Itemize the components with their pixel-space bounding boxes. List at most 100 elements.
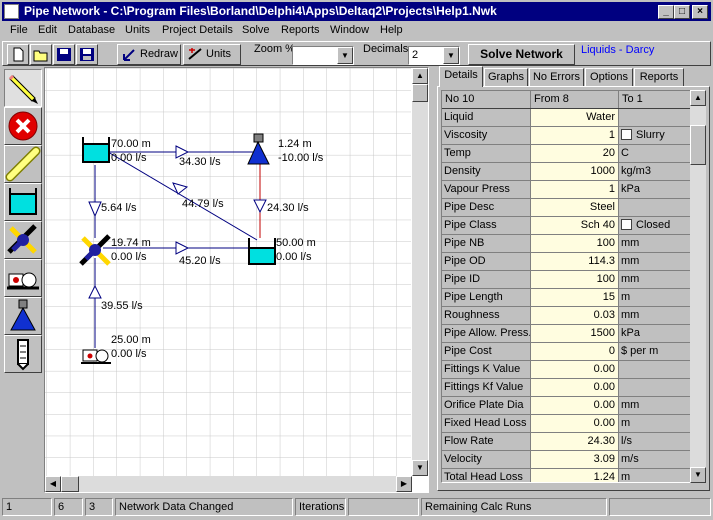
grid-row[interactable]: Total Head Loss 1.24 m xyxy=(442,469,694,483)
canvas-horizontal-scrollbar[interactable]: ◀ ▶ xyxy=(45,476,412,492)
grid-row[interactable]: Density 1000 kg/m3 xyxy=(442,163,694,181)
grid-row-value[interactable]: 0.00 xyxy=(531,379,619,396)
chevron-down-icon[interactable]: ▼ xyxy=(337,47,353,64)
grid-row[interactable]: Pipe Cost 0 $ per m xyxy=(442,343,694,361)
pencil-icon xyxy=(8,74,38,104)
grid-row[interactable]: Pipe Desc Steel xyxy=(442,199,694,217)
save-as-button[interactable] xyxy=(76,44,98,65)
menu-project-details[interactable]: Project Details xyxy=(162,24,233,36)
redraw-button[interactable]: Redraw xyxy=(117,44,181,65)
grid-row[interactable]: Vapour Press 1 kPa xyxy=(442,181,694,199)
scroll-left-icon[interactable]: ◀ xyxy=(45,476,61,492)
maximize-button[interactable]: □ xyxy=(674,5,690,19)
network-canvas[interactable]: 70.00 m 0.00 l/s 1.24 m -10.00 l/s 34.30… xyxy=(44,67,429,493)
scroll-down-icon[interactable]: ▼ xyxy=(412,460,428,476)
checkbox[interactable] xyxy=(621,129,632,140)
tab-no-errors[interactable]: No Errors xyxy=(529,68,584,86)
sprinkler-tool-button[interactable] xyxy=(4,297,42,335)
grid-row-value[interactable]: Sch 40 xyxy=(531,217,619,234)
tab-details[interactable]: Details xyxy=(439,66,483,87)
menu-window[interactable]: Window xyxy=(330,24,369,36)
node-tool-button[interactable] xyxy=(4,221,42,259)
details-grid[interactable]: No 10 From 8 To 1 Liquid Water Viscosity 1 S… xyxy=(441,90,695,483)
grid-row-value[interactable]: 15 xyxy=(531,289,619,306)
open-file-button[interactable] xyxy=(30,44,52,65)
grid-row-value[interactable]: 114.3 xyxy=(531,253,619,270)
menu-reports[interactable]: Reports xyxy=(281,24,320,36)
grid-row-value[interactable]: 1 xyxy=(531,181,619,198)
scroll-up-icon[interactable]: ▲ xyxy=(412,68,428,84)
menu-units[interactable]: Units xyxy=(125,24,150,36)
save-button[interactable] xyxy=(53,44,75,65)
scroll-thumb[interactable] xyxy=(690,125,706,165)
grid-row-value[interactable]: Steel xyxy=(531,199,619,216)
solve-network-button[interactable]: Solve Network xyxy=(468,44,575,65)
grid-row-value[interactable]: 100 xyxy=(531,235,619,252)
grid-row[interactable]: Fittings K Value 0.00 xyxy=(442,361,694,379)
pump-tool-button[interactable] xyxy=(4,259,42,297)
grid-row[interactable]: Pipe NB 100 mm xyxy=(442,235,694,253)
grid-row[interactable]: Pipe Length 15 m xyxy=(442,289,694,307)
scroll-right-icon[interactable]: ▶ xyxy=(396,476,412,492)
grid-row-value[interactable]: 1 xyxy=(531,127,619,144)
decimals-select[interactable]: 2 ▼ xyxy=(408,46,460,65)
tool-palette xyxy=(2,67,44,493)
grid-row[interactable]: Liquid Water xyxy=(442,109,694,127)
grid-row[interactable]: Velocity 3.09 m/s xyxy=(442,451,694,469)
grid-row[interactable]: Fixed Head Loss 0.00 m xyxy=(442,415,694,433)
grid-row-value[interactable]: 24.30 xyxy=(531,433,619,450)
grid-row-value[interactable]: 0.03 xyxy=(531,307,619,324)
minimize-button[interactable]: _ xyxy=(658,5,674,19)
grid-vertical-scrollbar[interactable]: ▲ ▼ xyxy=(690,90,706,483)
grid-row[interactable]: Viscosity 1 Slurry xyxy=(442,127,694,145)
grid-row-value[interactable]: 0.00 xyxy=(531,361,619,378)
scroll-up-icon[interactable]: ▲ xyxy=(690,90,706,106)
well-tool-button[interactable] xyxy=(4,335,42,373)
grid-row-value[interactable]: 1.24 xyxy=(531,469,619,482)
grid-row-value[interactable]: 1000 xyxy=(531,163,619,180)
tab-reports[interactable]: Reports xyxy=(634,68,684,86)
pipe-tool-button[interactable] xyxy=(4,145,42,183)
network-diagram[interactable] xyxy=(45,68,411,476)
grid-row[interactable]: Pipe Allow. Press. 1500 kPa xyxy=(442,325,694,343)
tank-tool-button[interactable] xyxy=(4,183,42,221)
units-button[interactable]: Units xyxy=(183,44,241,65)
grid-row-value[interactable]: 0.00 xyxy=(531,397,619,414)
close-button[interactable]: × xyxy=(692,5,708,19)
checkbox[interactable] xyxy=(621,219,632,230)
grid-row-value[interactable]: 0.00 xyxy=(531,415,619,432)
grid-row-value[interactable]: 0 xyxy=(531,343,619,360)
pencil-tool-button[interactable] xyxy=(4,69,42,107)
grid-row[interactable]: Pipe ID 100 mm xyxy=(442,271,694,289)
grid-row[interactable]: Orifice Plate Dia 0.00 mm xyxy=(442,397,694,415)
grid-row-value[interactable]: 3.09 xyxy=(531,451,619,468)
scroll-thumb[interactable] xyxy=(412,84,428,102)
scroll-down-icon[interactable]: ▼ xyxy=(690,467,706,483)
grid-row[interactable]: Flow Rate 24.30 l/s xyxy=(442,433,694,451)
grid-row[interactable]: Pipe OD 114.3 mm xyxy=(442,253,694,271)
delete-tool-button[interactable] xyxy=(4,107,42,145)
menu-edit[interactable]: Edit xyxy=(38,24,57,36)
grid-row[interactable]: Fittings Kf Value 0.00 xyxy=(442,379,694,397)
chevron-down-icon[interactable]: ▼ xyxy=(443,47,459,64)
grid-row-unit-label: m xyxy=(621,471,631,483)
app-icon[interactable] xyxy=(4,4,19,19)
canvas-vertical-scrollbar[interactable]: ▲ ▼ xyxy=(412,68,428,476)
scroll-thumb[interactable] xyxy=(61,476,79,492)
grid-row[interactable]: Roughness 0.03 mm xyxy=(442,307,694,325)
menu-solve[interactable]: Solve xyxy=(242,24,270,36)
menu-help[interactable]: Help xyxy=(380,24,403,36)
zoom-select[interactable]: ▼ xyxy=(292,46,354,65)
grid-row[interactable]: Temp 20 C xyxy=(442,145,694,163)
grid-row-value[interactable]: 100 xyxy=(531,271,619,288)
grid-row-unit: kg/m3 xyxy=(619,163,694,180)
grid-row[interactable]: Pipe Class Sch 40 Closed xyxy=(442,217,694,235)
grid-row-value[interactable]: Water xyxy=(531,109,619,126)
new-file-button[interactable] xyxy=(7,44,29,65)
grid-row-value[interactable]: 20 xyxy=(531,145,619,162)
menu-database[interactable]: Database xyxy=(68,24,115,36)
grid-row-value[interactable]: 1500 xyxy=(531,325,619,342)
menu-file[interactable]: File xyxy=(10,24,28,36)
tab-graphs[interactable]: Graphs xyxy=(484,68,528,86)
tab-options[interactable]: Options xyxy=(585,68,633,86)
